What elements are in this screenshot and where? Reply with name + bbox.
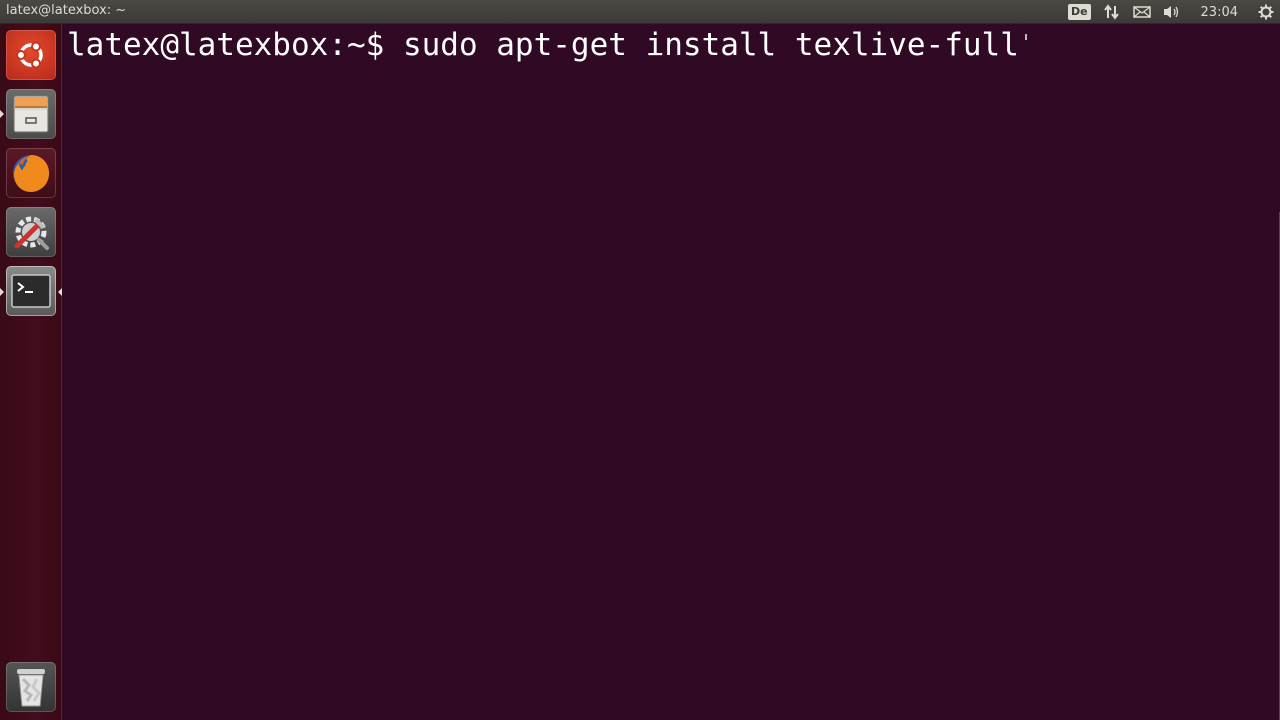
terminal-command: sudo apt-get install texlive-full: [402, 27, 1019, 63]
network-icon: [1103, 4, 1119, 20]
session-indicator[interactable]: [1252, 0, 1280, 24]
running-pip: [0, 110, 4, 118]
launcher-item-dash[interactable]: [6, 30, 56, 80]
clock: 23:04: [1200, 4, 1238, 20]
terminal-command-line: latex@latexbox:~$ sudo apt-get install t…: [67, 26, 1027, 64]
active-window-pip: [58, 288, 62, 296]
launcher-item-system-settings[interactable]: [6, 207, 56, 257]
volume-icon: [1163, 6, 1178, 18]
keyboard-layout-indicator[interactable]: De: [1062, 0, 1097, 24]
terminal-cursor: [1024, 34, 1027, 40]
launcher-item-trash[interactable]: [6, 662, 56, 712]
terminal-window[interactable]: latex@latexbox:~$ sudo apt-get install t…: [63, 24, 1280, 720]
settings-tools-icon: [14, 216, 49, 250]
network-indicator[interactable]: [1097, 0, 1127, 24]
sound-indicator[interactable]: [1157, 0, 1187, 24]
launcher-item-files[interactable]: [6, 89, 56, 139]
clock-indicator[interactable]: 23:04: [1187, 0, 1252, 24]
messaging-indicator[interactable]: [1127, 0, 1157, 24]
keyboard-layout-icon: De: [1067, 4, 1091, 20]
launcher: [0, 24, 62, 720]
firefox-icon: [13, 155, 50, 192]
terminal-icon: [11, 274, 51, 308]
trash-icon: [17, 669, 45, 707]
window-title: latex@latexbox: ~: [6, 3, 127, 18]
mail-icon: [1132, 6, 1151, 18]
running-pip: [0, 288, 4, 296]
launcher-item-firefox[interactable]: [6, 148, 56, 198]
file-cabinet-icon: [13, 95, 49, 133]
ubuntu-logo-icon: [16, 41, 43, 69]
session-gear-icon: [1258, 4, 1274, 20]
launcher-item-terminal[interactable]: [6, 266, 56, 316]
indicator-area: De 23:04: [1062, 0, 1280, 24]
terminal-prompt: latex@latexbox:~$: [67, 27, 385, 63]
top-panel: latex@latexbox: ~ De 23:04: [0, 0, 1280, 24]
